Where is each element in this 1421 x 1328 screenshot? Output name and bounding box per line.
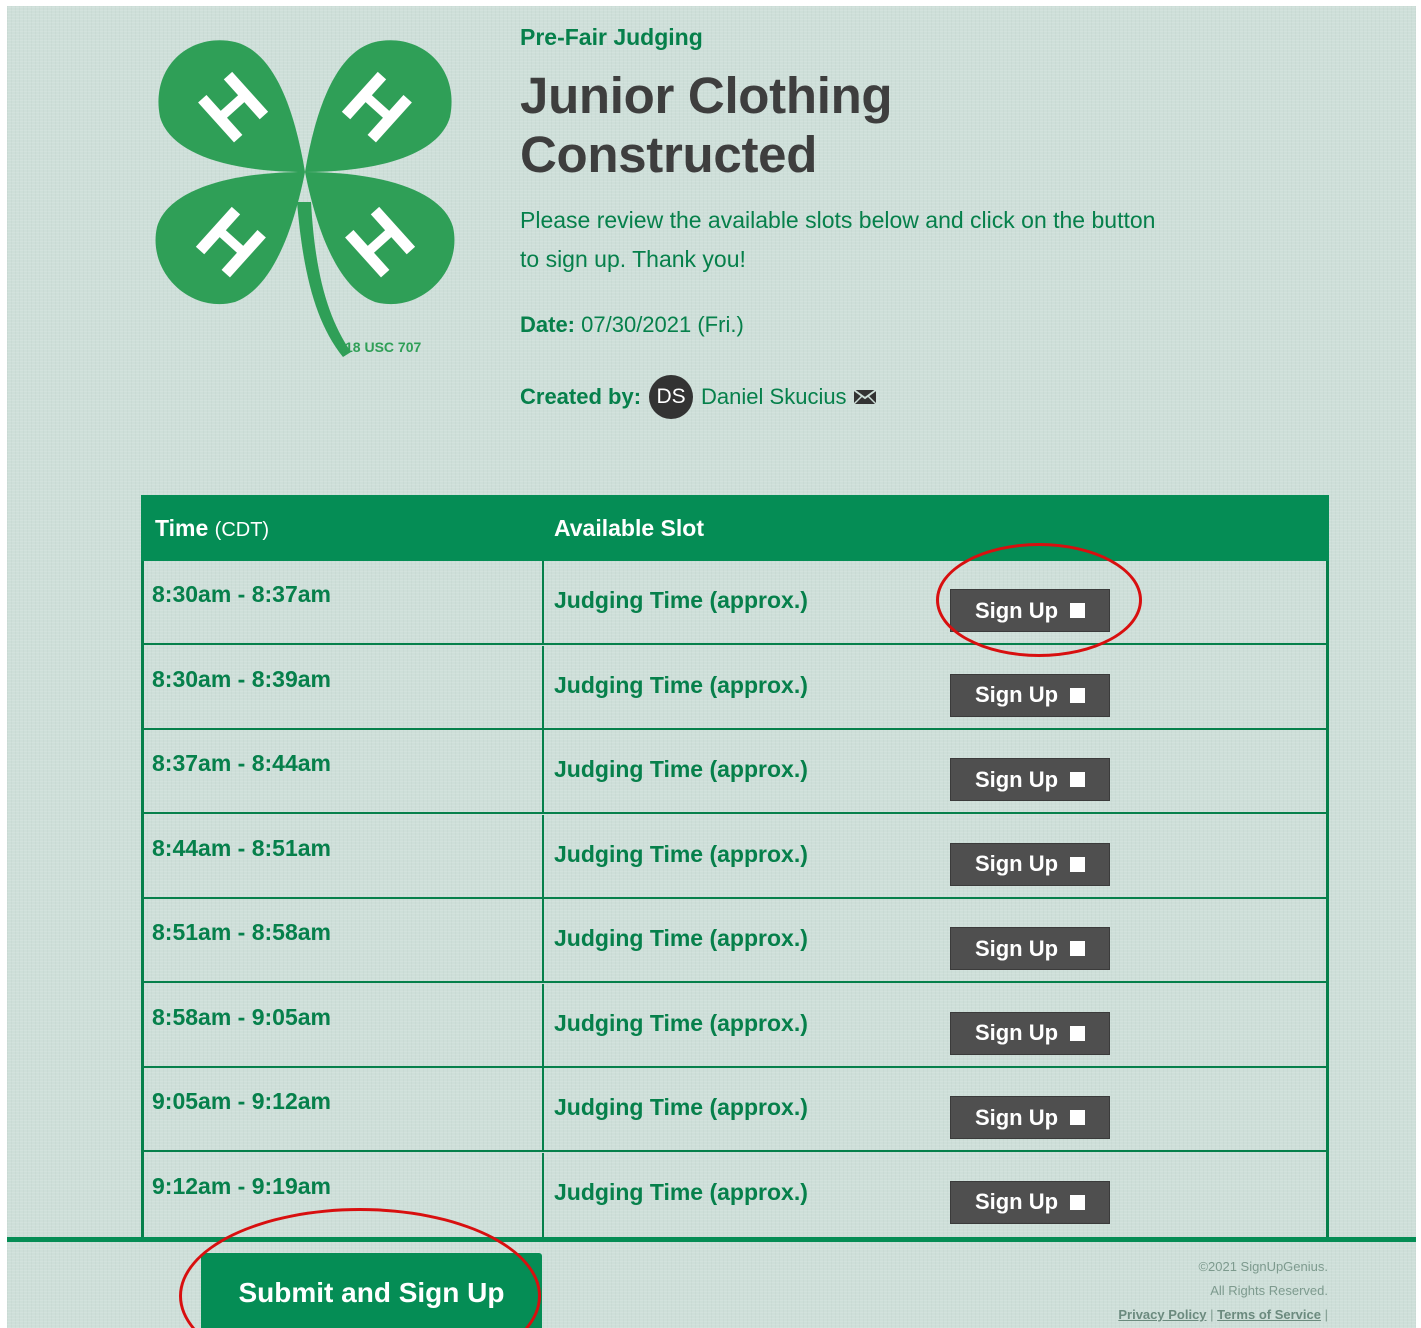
rights-text: All Rights Reserved.: [1210, 1283, 1328, 1298]
column-divider: [542, 1068, 544, 1150]
submit-and-sign-up-button[interactable]: Submit and Sign Up: [201, 1253, 542, 1328]
slot-time: 8:44am - 8:51am: [152, 834, 331, 861]
slot-name: Judging Time (approx.): [554, 1094, 808, 1120]
slot-time: 8:37am - 8:44am: [152, 750, 331, 776]
sign-up-label: Sign Up: [974, 766, 1059, 792]
checkbox-icon[interactable]: [1070, 772, 1086, 787]
sign-up-button[interactable]: Sign Up: [950, 589, 1110, 632]
table-header: Time (CDT) Available Slot: [141, 495, 1329, 561]
sign-up-label: Sign Up: [974, 935, 1059, 961]
checkbox-icon[interactable]: [1070, 1194, 1086, 1210]
copyright-text: ©2021 SignUpGenius.: [1198, 1259, 1328, 1274]
column-divider: [542, 983, 544, 1066]
table-row: 8:51am - 8:58am Judging Time (approx.) Sig…: [144, 899, 1326, 983]
page-title: Junior Clothing Constructed: [520, 67, 893, 183]
table-row: 8:30am - 8:39am Judging Time (approx.) Sig…: [144, 645, 1326, 730]
page-subtitle: Pre-Fair Judging: [520, 24, 703, 50]
sign-up-label: Sign Up: [974, 682, 1059, 707]
footer-divider: [7, 1237, 1416, 1242]
mail-icon[interactable]: [852, 388, 877, 406]
sign-up-button[interactable]: Sign Up: [950, 927, 1110, 970]
footer-legal: ©2021 SignUpGenius. All Rights Reserved.…: [1118, 1255, 1328, 1327]
sign-up-button[interactable]: Sign Up: [950, 1180, 1110, 1224]
footer-separator-end: |: [1324, 1307, 1328, 1322]
slot-name: Judging Time (approx.): [554, 1009, 808, 1036]
sign-up-button[interactable]: Sign Up: [950, 673, 1110, 717]
four-h-clover-logo: H H H H 18 USC 707: [155, 40, 455, 357]
intro-text: Please review the available slots below …: [520, 207, 1156, 272]
checkbox-icon[interactable]: [1070, 941, 1086, 956]
event-date: Date: 07/30/2021 (Fri.): [520, 312, 744, 338]
slot-time: 8:30am - 8:39am: [152, 665, 331, 692]
signup-page: H H H H 18 USC 707 Pre-Fair Judging Juni…: [7, 6, 1416, 1328]
column-divider: [542, 814, 544, 897]
slot-name: Judging Time (approx.): [554, 840, 808, 867]
sign-up-label: Sign Up: [974, 1020, 1059, 1045]
avatar: DS: [649, 375, 694, 419]
sign-up-button[interactable]: Sign Up: [950, 842, 1110, 886]
slot-name: Judging Time (approx.): [554, 925, 808, 951]
table-row: 8:58am - 9:05am Judging Time (approx.) Sig…: [144, 983, 1326, 1068]
slots-table: Time (CDT) Available Slot 8:30am - 8:37a…: [141, 495, 1329, 1242]
sign-up-button[interactable]: Sign Up: [950, 758, 1110, 801]
slot-name: Judging Time (approx.): [554, 587, 808, 613]
sign-up-label: Sign Up: [974, 851, 1059, 876]
checkbox-icon[interactable]: [1070, 1025, 1086, 1041]
sign-up-label: Sign Up: [974, 1104, 1059, 1130]
sign-up-button[interactable]: Sign Up: [950, 1011, 1110, 1055]
slot-name: Judging Time (approx.): [554, 671, 808, 698]
checkbox-icon[interactable]: [1070, 687, 1086, 703]
terms-of-service-link[interactable]: Terms of Service: [1217, 1307, 1321, 1322]
column-divider: [542, 561, 544, 643]
table-row: 8:30am - 8:37am Judging Time (approx.) Sig…: [144, 561, 1326, 645]
column-header-time: Time (CDT): [155, 515, 270, 541]
privacy-policy-link[interactable]: Privacy Policy: [1118, 1307, 1206, 1322]
creator-name[interactable]: Daniel Skucius: [701, 384, 847, 410]
sign-up-label: Sign Up: [974, 1189, 1059, 1214]
date-value: 07/30/2021 (Fri.): [581, 312, 744, 337]
slot-time: 9:12am - 9:19am: [152, 1172, 331, 1199]
table-row: 9:12am - 9:19am Judging Time (approx.) Sig…: [144, 1152, 1326, 1237]
slot-time: 8:30am - 8:37am: [152, 581, 331, 607]
footer-separator: |: [1210, 1307, 1214, 1322]
created-by-label: Created by:: [520, 384, 642, 409]
creator-info: Created by: DS Daniel Skucius: [520, 374, 877, 420]
slot-time: 9:05am - 9:12am: [152, 1088, 331, 1114]
column-header-slot: Available Slot: [554, 515, 704, 541]
column-divider: [542, 899, 544, 981]
table-row: 8:37am - 8:44am Judging Time (approx.) Sig…: [144, 730, 1326, 814]
column-divider: [542, 645, 544, 728]
slot-time: 8:51am - 8:58am: [152, 919, 331, 945]
checkbox-icon[interactable]: [1070, 1110, 1086, 1125]
checkbox-icon[interactable]: [1070, 603, 1086, 618]
table-row: 8:44am - 8:51am Judging Time (approx.) Sig…: [144, 814, 1326, 899]
slot-time: 8:58am - 9:05am: [152, 1003, 331, 1030]
checkbox-icon[interactable]: [1070, 856, 1086, 872]
column-divider: [542, 730, 544, 812]
column-divider: [542, 1152, 544, 1237]
date-label: Date:: [520, 312, 576, 337]
logo-trademark: 18 USC 707: [345, 339, 421, 355]
slot-name: Judging Time (approx.): [554, 1178, 808, 1205]
table-row: 9:05am - 9:12am Judging Time (approx.) Sig…: [144, 1068, 1326, 1152]
sign-up-label: Sign Up: [974, 597, 1059, 623]
sign-up-button[interactable]: Sign Up: [950, 1096, 1110, 1139]
slot-name: Judging Time (approx.): [554, 756, 808, 782]
